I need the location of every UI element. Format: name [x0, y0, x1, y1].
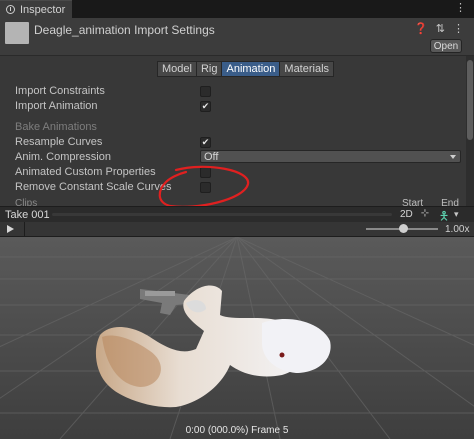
menu-icon[interactable]: ⋮: [453, 22, 464, 35]
anim-compression-label: Anim. Compression: [15, 151, 111, 163]
tab-animation[interactable]: Animation: [221, 61, 281, 77]
pivot-icon[interactable]: ⊹: [418, 208, 432, 221]
settings-icon[interactable]: ⇅: [436, 22, 445, 35]
page-title: Deagle_animation Import Settings: [34, 23, 215, 37]
preview-toolbar: Take 001 2D ⊹ 🯅 ▾: [0, 206, 474, 223]
import-constraints-checkbox[interactable]: [200, 86, 211, 97]
preview-resize-handle[interactable]: [52, 213, 392, 216]
tab-model[interactable]: Model: [157, 61, 197, 77]
header-icons: ❓ ⇅ ⋮: [414, 22, 464, 35]
tab-rig[interactable]: Rig: [195, 61, 223, 77]
window-tabbar: Inspector ⋮: [0, 0, 474, 18]
more-icon[interactable]: ⋮: [455, 1, 466, 14]
tab-inspector[interactable]: Inspector: [0, 0, 72, 18]
avatar-icon[interactable]: 🯅: [437, 207, 451, 223]
import-animation-label: Import Animation: [15, 100, 98, 112]
frame-readout: 0:00 (000.0%) Frame 5: [185, 425, 289, 436]
tab-label: Inspector: [20, 3, 66, 16]
inspector-header: Deagle_animation Import Settings ❓ ⇅ ⋮ O…: [0, 18, 474, 56]
import-animation-checkbox[interactable]: ✔: [200, 101, 211, 112]
preview-scene: [0, 237, 474, 439]
anim-compression-value: Off: [204, 150, 219, 163]
anim-compression-dropdown[interactable]: Off: [200, 150, 461, 163]
inspector-scrollbar[interactable]: [466, 56, 474, 206]
animation-preview-viewport[interactable]: 0:00 (000.0%) Frame 5: [0, 237, 474, 439]
play-icon[interactable]: [7, 225, 14, 233]
settings-tabs: Model Rig Animation Materials: [157, 61, 335, 77]
remove-constant-scale-curves-label: Remove Constant Scale Curves: [15, 181, 172, 193]
speed-value: 1.00x: [445, 224, 470, 235]
playback-bar: 1.00x: [0, 222, 474, 237]
resample-curves-checkbox[interactable]: ✔: [200, 137, 211, 148]
info-icon: [6, 5, 15, 14]
playback-divider: [24, 222, 25, 237]
animated-custom-properties-checkbox[interactable]: [200, 167, 211, 178]
clips-columns: Start End: [402, 198, 459, 206]
tabbar-controls: ⋮: [455, 1, 466, 14]
take-label: Take 001: [5, 209, 50, 221]
scrollbar-thumb[interactable]: [467, 60, 473, 140]
chevron-down-icon: [450, 155, 456, 159]
speed-slider-handle[interactable]: [399, 224, 408, 233]
tab-materials[interactable]: Materials: [279, 61, 335, 77]
asset-thumbnail: [5, 22, 29, 44]
import-settings-panel: Model Rig Animation Materials Import Con…: [0, 56, 474, 206]
import-constraints-label: Import Constraints: [15, 85, 105, 97]
remove-constant-scale-curves-checkbox[interactable]: [200, 182, 211, 193]
resample-curves-label: Resample Curves: [15, 136, 103, 148]
open-button[interactable]: Open: [430, 39, 462, 53]
toggle-2d-button[interactable]: 2D: [400, 209, 413, 220]
clips-start-header: Start: [402, 198, 424, 206]
clips-end-header: End: [441, 198, 459, 206]
clips-label: Clips: [15, 198, 38, 206]
chevron-down-icon[interactable]: ▾: [454, 209, 459, 220]
bake-animations-label: Bake Animations: [15, 121, 97, 133]
help-icon[interactable]: ❓: [414, 22, 428, 35]
animated-custom-properties-label: Animated Custom Properties: [15, 166, 156, 178]
